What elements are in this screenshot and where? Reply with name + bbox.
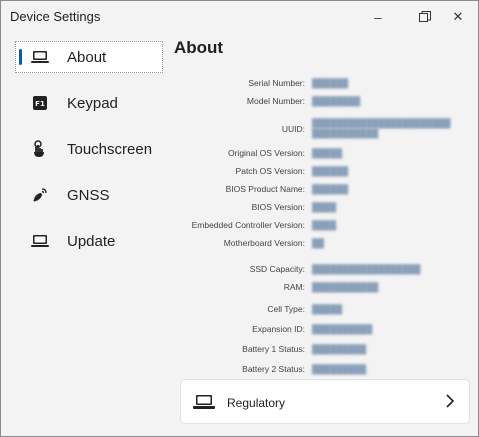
property-value: ██████ (312, 78, 349, 88)
property-row: Embedded Controller Version: ████ (171, 220, 471, 234)
property-row: Original OS Version: █████ (171, 148, 471, 162)
svg-text:F1: F1 (35, 100, 45, 108)
property-row: Motherboard Version: ██ (171, 238, 471, 252)
sidebar-item-label: Touchscreen (67, 140, 153, 158)
property-row: BIOS Version: ████ (171, 202, 471, 216)
minimize-icon: – (374, 9, 382, 25)
keypad-icon: F1 (29, 94, 51, 112)
property-key: Model Number: (246, 96, 305, 106)
property-key: BIOS Version: (251, 202, 305, 212)
property-key: Serial Number: (248, 78, 305, 88)
property-value: ████ (312, 220, 337, 230)
regulatory-label: Regulatory (227, 396, 286, 410)
property-value: ██ (312, 238, 325, 248)
property-key: UUID: (281, 124, 305, 134)
property-row: Model Number: ████████ (171, 96, 471, 110)
sidebar-item-touchscreen[interactable]: Touchscreen (15, 133, 163, 165)
property-row: BIOS Product Name: ██████ (171, 184, 471, 198)
laptop-icon (29, 48, 51, 66)
property-value: █████ (312, 304, 343, 314)
sidebar-item-label: GNSS (67, 186, 110, 204)
property-key: BIOS Product Name: (225, 184, 305, 194)
close-icon: ✕ (452, 9, 464, 24)
property-row: Expansion ID: ██████████ (171, 324, 471, 338)
restore-icon (419, 11, 431, 22)
property-row: Patch OS Version: ██████ (171, 166, 471, 180)
property-value-continued: ███████████ (312, 128, 379, 138)
sidebar-nav: About F1 Keypad Touchscreen GNSS Update (15, 41, 163, 271)
property-value: █████████ (312, 364, 367, 374)
sidebar-item-about[interactable]: About (15, 41, 163, 73)
property-key: Motherboard Version: (223, 238, 305, 248)
property-value: ████ (312, 202, 337, 212)
sidebar-item-label: Keypad (67, 94, 118, 112)
property-value: ██████████ (312, 324, 373, 334)
title-bar[interactable]: Device Settings – ✕ (1, 1, 478, 33)
property-value: █████ (312, 148, 343, 158)
property-row: UUID: ███████████████████████ ██████████… (171, 118, 471, 144)
property-key: Battery 1 Status: (242, 344, 305, 354)
laptop-icon (193, 394, 215, 410)
close-button[interactable]: ✕ (439, 1, 477, 33)
property-value: ██████ (312, 184, 349, 194)
property-row: Serial Number: ██████ (171, 78, 471, 92)
property-value: ██████ (312, 166, 349, 176)
property-key: RAM: (283, 282, 305, 292)
property-key: Battery 2 Status: (242, 364, 305, 374)
property-row: Battery 1 Status: █████████ (171, 344, 471, 358)
device-settings-window: Device Settings – ✕ About F1 Keypad Touc… (0, 0, 479, 437)
property-value: ██████████████████ (312, 264, 421, 274)
sidebar-item-gnss[interactable]: GNSS (15, 179, 163, 211)
property-key: Cell Type: (267, 304, 305, 314)
property-key: Embedded Controller Version: (191, 220, 305, 230)
property-row: RAM: ███████████ (171, 282, 471, 296)
regulatory-button[interactable]: Regulatory (180, 379, 470, 424)
property-value: ███████████ (312, 282, 379, 292)
chevron-right-icon (445, 393, 455, 409)
sidebar-item-label: Update (67, 232, 116, 250)
sidebar-item-update[interactable]: Update (15, 225, 163, 257)
selection-indicator (19, 49, 22, 65)
window-title: Device Settings (10, 9, 101, 24)
touch-icon (29, 140, 51, 158)
minimize-button[interactable]: – (359, 1, 397, 33)
property-value: █████████ (312, 344, 367, 354)
property-value: ███████████████████████ (312, 118, 451, 128)
page-title: About (174, 38, 224, 57)
sidebar-item-keypad[interactable]: F1 Keypad (15, 87, 163, 119)
property-key: Expansion ID: (252, 324, 305, 334)
sidebar-item-label: About (67, 48, 107, 66)
property-key: Patch OS Version: (235, 166, 305, 176)
property-row: Cell Type: █████ (171, 304, 471, 318)
satellite-icon (29, 186, 51, 204)
property-key: Original OS Version: (227, 148, 305, 158)
property-value: ████████ (312, 96, 361, 106)
property-row: SSD Capacity: ██████████████████ (171, 264, 471, 278)
property-key: SSD Capacity: (249, 264, 305, 274)
property-row: Battery 2 Status: █████████ (171, 364, 471, 378)
laptop-icon (29, 232, 51, 250)
